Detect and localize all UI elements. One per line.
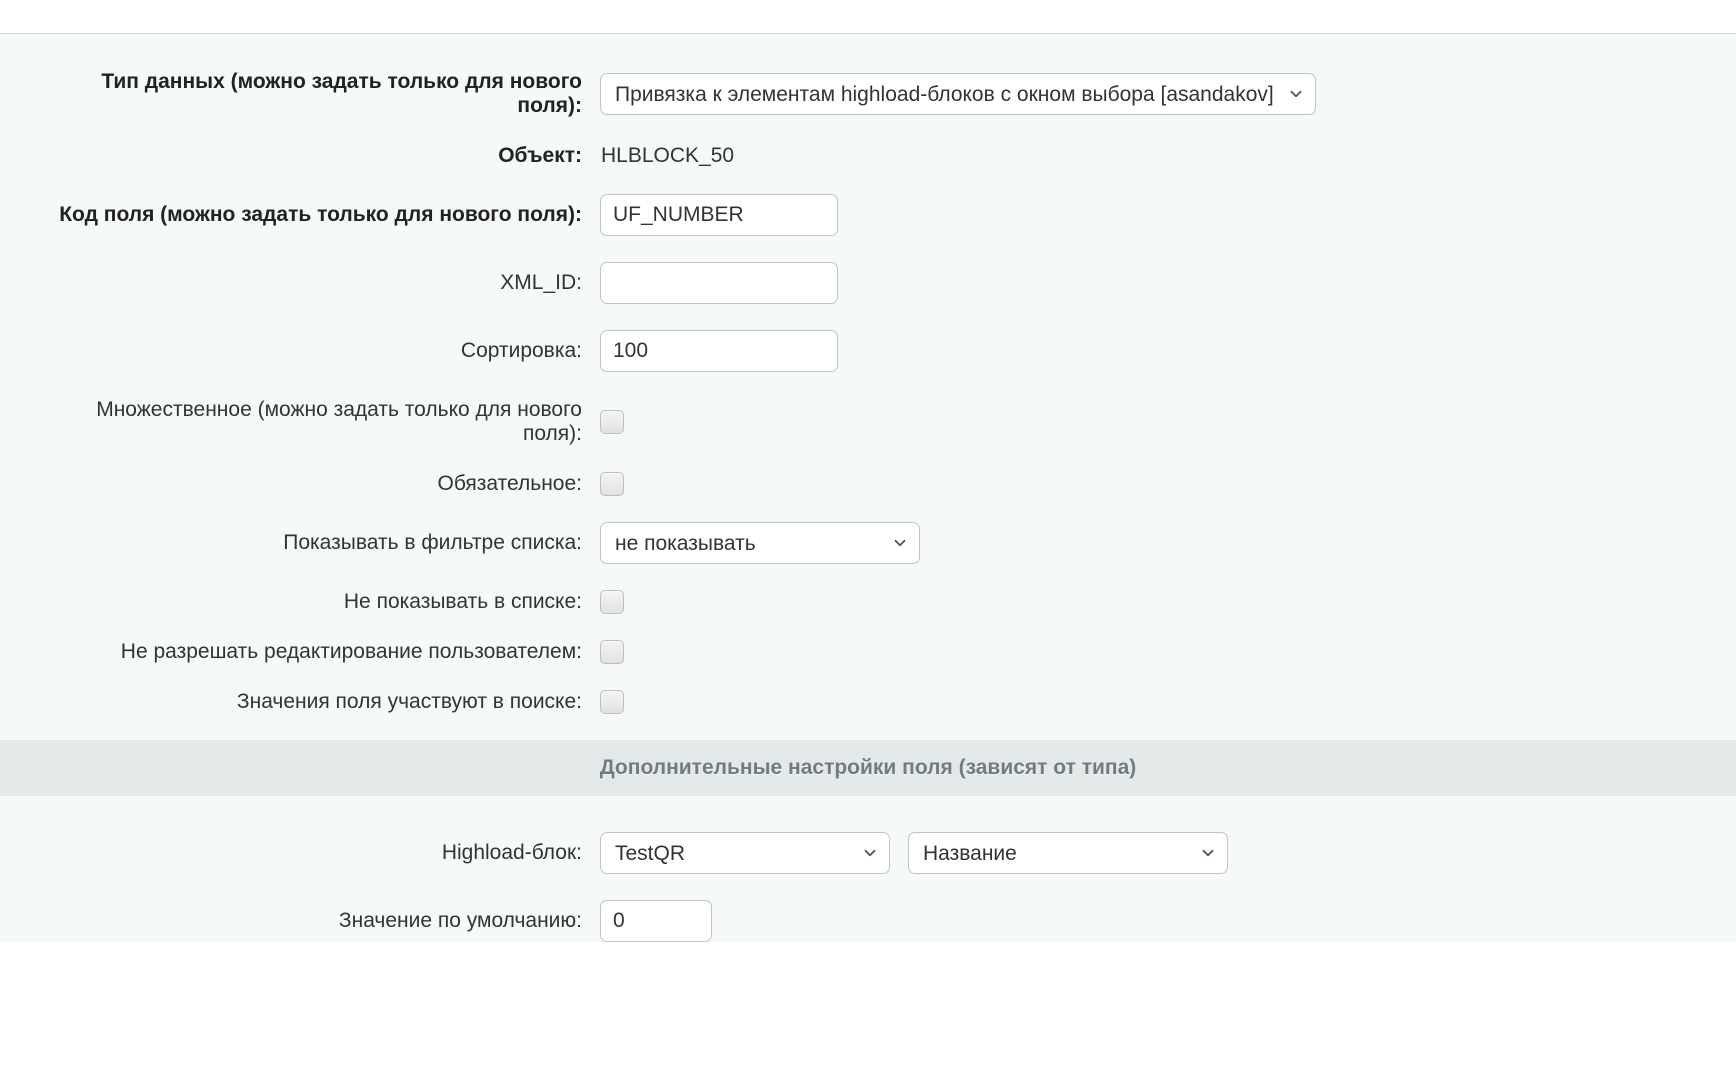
label-field-code: Код поля (можно задать только для нового… [40,203,600,227]
field-code-input[interactable] [600,194,838,236]
label-filter-show: Показывать в фильтре списка: [40,531,600,555]
value-multiple [600,410,1736,434]
top-bar [0,0,1736,34]
sort-input[interactable] [600,330,838,372]
default-value-input[interactable] [600,900,712,942]
row-field-code: Код поля (можно задать только для нового… [0,194,1736,236]
value-list-hide [600,590,1736,614]
highload-field-select[interactable]: Название [908,832,1228,874]
value-xml-id [600,262,1736,304]
value-data-type: Привязка к элементам highload-блоков с о… [600,73,1736,115]
row-mandatory: Обязательное: [0,472,1736,496]
list-hide-checkbox[interactable] [600,590,624,614]
row-list-hide: Не показывать в списке: [0,590,1736,614]
data-type-select[interactable]: Привязка к элементам highload-блоков с о… [600,73,1316,115]
label-data-type: Тип данных (можно задать только для ново… [40,70,600,118]
row-default-value: Значение по умолчанию: [0,900,1736,942]
xml-id-input[interactable] [600,262,838,304]
row-data-type: Тип данных (можно задать только для ново… [0,70,1736,118]
label-edit-deny: Не разрешать редактирование пользователе… [40,640,600,664]
object-text: HLBLOCK_50 [600,144,734,168]
label-mandatory: Обязательное: [40,472,600,496]
value-object: HLBLOCK_50 [600,144,1736,168]
value-default-value [600,900,1736,942]
value-sort [600,330,1736,372]
label-object: Объект: [40,144,600,168]
section-header: Дополнительные настройки поля (зависят о… [0,740,1736,796]
value-search [600,690,1736,714]
mandatory-checkbox[interactable] [600,472,624,496]
label-multiple: Множественное (можно задать только для н… [40,398,600,446]
label-highload-block: Highload-блок: [40,841,600,865]
label-default-value: Значение по умолчанию: [40,909,600,933]
value-edit-deny [600,640,1736,664]
row-filter-show: Показывать в фильтре списка: не показыва… [0,522,1736,564]
row-search: Значения поля участвуют в поиске: [0,690,1736,714]
row-edit-deny: Не разрешать редактирование пользователе… [0,640,1736,664]
value-filter-show: не показывать [600,522,1736,564]
label-xml-id: XML_ID: [40,271,600,295]
value-mandatory [600,472,1736,496]
highload-block-select[interactable]: TestQR [600,832,890,874]
filter-show-select[interactable]: не показывать [600,522,920,564]
row-highload-block: Highload-блок: TestQR Название [0,832,1736,874]
value-highload-block: TestQR Название [600,832,1736,874]
search-checkbox[interactable] [600,690,624,714]
row-object: Объект: HLBLOCK_50 [0,144,1736,168]
row-xml-id: XML_ID: [0,262,1736,304]
edit-deny-checkbox[interactable] [600,640,624,664]
value-field-code [600,194,1736,236]
multiple-checkbox[interactable] [600,410,624,434]
row-multiple: Множественное (можно задать только для н… [0,398,1736,446]
row-sort: Сортировка: [0,330,1736,372]
label-search: Значения поля участвуют в поиске: [40,690,600,714]
label-sort: Сортировка: [40,339,600,363]
form-container: Тип данных (можно задать только для ново… [0,34,1736,942]
label-list-hide: Не показывать в списке: [40,590,600,614]
